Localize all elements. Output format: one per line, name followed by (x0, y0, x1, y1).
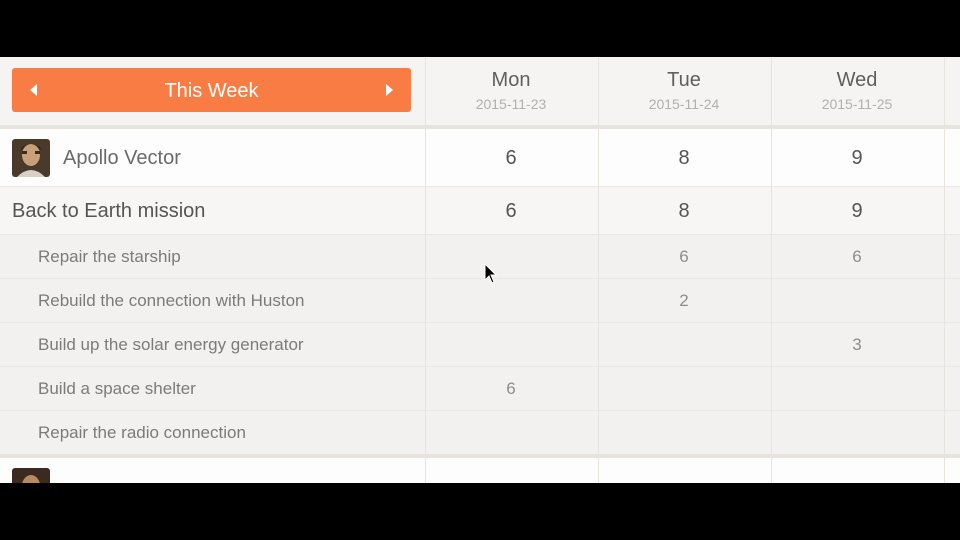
timesheet-header: This Week Mon 2015-11-23 Tue 2015-11-24 … (0, 57, 960, 125)
hours-cell-wed[interactable]: 6 (771, 235, 943, 278)
column-divider (944, 57, 945, 483)
avatar[interactable] (12, 139, 50, 177)
hours-cell-tue[interactable]: 8 (598, 129, 770, 186)
hours-value: 8 (678, 200, 690, 222)
hours-cell-wed[interactable] (771, 367, 943, 410)
task-row[interactable]: Rebuild the connection with Huston 2 (0, 279, 960, 323)
next-week-button[interactable] (375, 78, 399, 102)
day-name: Wed (836, 69, 878, 91)
hours-value: 9 (851, 200, 863, 222)
mouse-cursor-icon (484, 263, 498, 284)
column-divider (771, 57, 772, 483)
project-name: Back to Earth mission (12, 200, 206, 222)
task-name: Repair the starship (38, 247, 181, 266)
hours-cell-wed[interactable]: 3 (771, 323, 943, 366)
hours-cell-tue[interactable] (598, 411, 770, 454)
hours-cell-mon[interactable]: 6 (425, 129, 597, 186)
task-row[interactable]: Repair the radio connection (0, 411, 960, 455)
hours-value: 3 (852, 335, 862, 354)
day-header-tue: Tue 2015-11-24 (598, 57, 770, 125)
hours-cell-wed[interactable] (771, 279, 943, 322)
week-selector[interactable]: This Week (12, 68, 411, 112)
week-label: This Week (164, 80, 259, 102)
hours-cell-wed[interactable]: 9 (771, 187, 943, 234)
hours-cell-wed[interactable]: 9 (771, 129, 943, 186)
hours-cell-tue[interactable]: 2 (598, 279, 770, 322)
caret-right-icon (386, 84, 393, 96)
timesheet-app: This Week Mon 2015-11-23 Tue 2015-11-24 … (0, 57, 960, 483)
task-name: Repair the radio connection (38, 423, 246, 442)
hours-value: 6 (505, 147, 517, 169)
day-date: 2015-11-23 (475, 96, 547, 112)
hours-value: 6 (679, 247, 689, 266)
hours-cell-mon[interactable] (425, 323, 597, 366)
hours-cell-mon[interactable] (425, 235, 597, 278)
day-header-wed: Wed 2015-11-25 (771, 57, 943, 125)
hours-value: 8 (678, 147, 690, 169)
project-row[interactable]: Back to Earth mission 6 8 9 (0, 187, 960, 235)
hours-cell-wed[interactable] (771, 411, 943, 454)
hours-value: 2 (679, 291, 689, 310)
day-date: 2015-11-25 (821, 96, 893, 112)
day-name: Tue (667, 69, 701, 91)
column-divider (598, 57, 599, 483)
task-row[interactable]: Build a space shelter 6 (0, 367, 960, 411)
task-name: Build up the solar energy generator (38, 335, 304, 354)
hours-value: 6 (506, 379, 516, 398)
person-name[interactable]: Apollo Vector (63, 147, 181, 170)
hours-value: 6 (852, 247, 862, 266)
task-name: Rebuild the connection with Huston (38, 291, 305, 310)
task-row[interactable]: Repair the starship 6 6 (0, 235, 960, 279)
hours-cell-mon[interactable]: 6 (425, 187, 597, 234)
person-row[interactable]: Apollo Vector 6 8 9 (0, 129, 960, 187)
day-date: 2015-11-24 (648, 96, 720, 112)
task-row[interactable]: Build up the solar energy generator 3 (0, 323, 960, 367)
hours-cell-mon[interactable] (425, 279, 597, 322)
person-row-partial[interactable] (0, 458, 960, 483)
task-name: Build a space shelter (38, 379, 196, 398)
hours-value: 6 (505, 200, 517, 222)
hours-cell-mon[interactable] (425, 411, 597, 454)
hours-cell-tue[interactable]: 6 (598, 235, 770, 278)
day-header-mon: Mon 2015-11-23 (425, 57, 597, 125)
hours-cell-tue[interactable] (598, 323, 770, 366)
hours-value: 9 (851, 147, 863, 169)
hours-cell-tue[interactable]: 8 (598, 187, 770, 234)
avatar[interactable] (12, 468, 50, 483)
column-divider (425, 57, 426, 483)
hours-cell-mon[interactable]: 6 (425, 367, 597, 410)
hours-cell-tue[interactable] (598, 367, 770, 410)
day-name: Mon (491, 69, 531, 91)
